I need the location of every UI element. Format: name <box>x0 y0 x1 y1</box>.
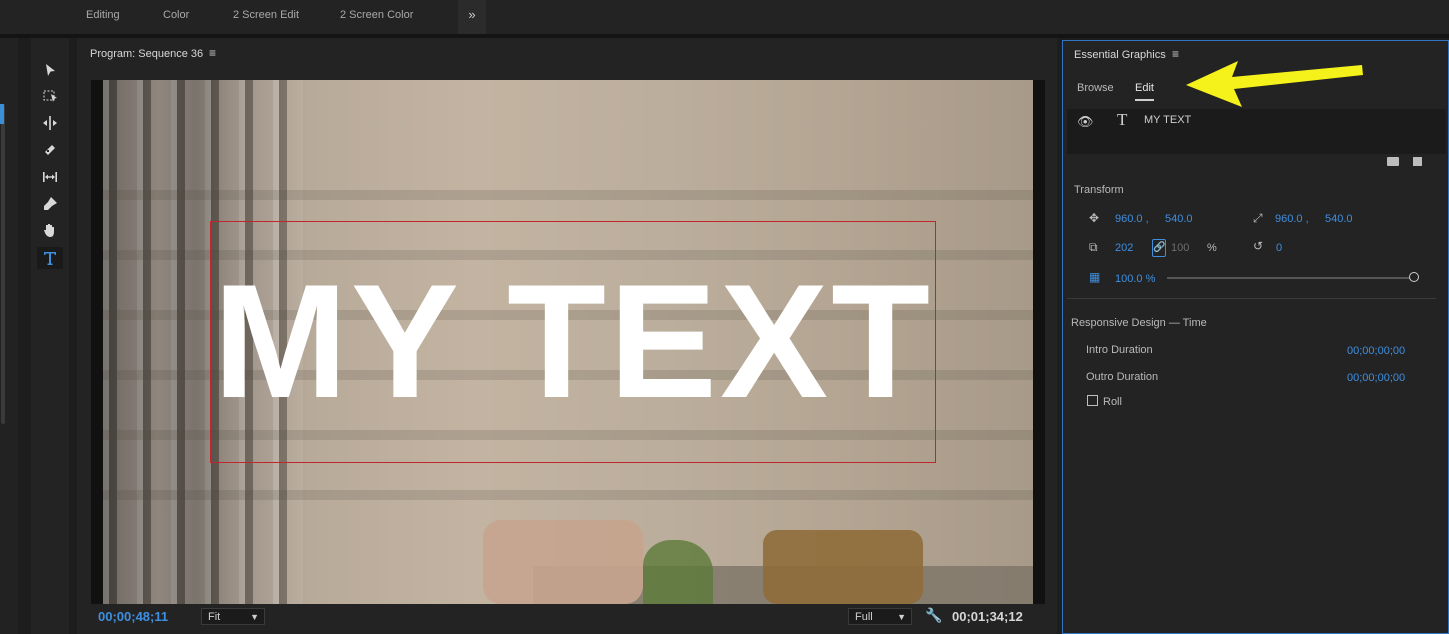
scrollbar[interactable] <box>1 104 5 424</box>
slip-tool-icon[interactable] <box>37 166 63 188</box>
outro-duration-label: Outro Duration <box>1086 371 1159 383</box>
panel-menu-icon[interactable]: ≡ <box>209 46 216 60</box>
opacity-slider-handle[interactable] <box>1409 272 1419 282</box>
ripple-edit-tool-icon[interactable] <box>37 112 63 134</box>
chevron-down-icon: ▼ <box>897 612 906 622</box>
playback-resolution-select[interactable]: Full ▼ <box>848 608 912 625</box>
scrollbar-thumb[interactable] <box>0 104 4 124</box>
plant-image <box>643 540 713 604</box>
current-timecode[interactable]: 00;00;48;11 <box>98 609 168 624</box>
layer-item[interactable]: MY TEXT <box>1144 114 1191 126</box>
hand-tool-icon[interactable] <box>37 219 63 241</box>
rotation-icon: ↺ <box>1253 239 1264 253</box>
opacity-icon: ▦ <box>1089 270 1101 284</box>
scale-unit-label: % <box>1207 242 1217 254</box>
position-y-field[interactable]: 540.0 <box>1165 213 1193 225</box>
essential-graphics-panel: Essential Graphics ≡ Browse Edit 👁 T MY … <box>1062 40 1449 634</box>
outro-duration-field[interactable]: 00;00;00;00 <box>1347 372 1405 384</box>
pillow-image <box>483 520 643 604</box>
opacity-field[interactable]: 100.0 % <box>1115 273 1155 285</box>
overlay-text[interactable]: MY TEXT <box>211 222 935 462</box>
layers-list: 👁 T MY TEXT <box>1067 109 1446 154</box>
workspace-tab-2-screen-color[interactable]: 2 Screen Color <box>340 9 413 21</box>
pillow-image <box>763 530 923 604</box>
video-viewer[interactable]: MY TEXT <box>91 80 1045 604</box>
scale-field[interactable]: 202 <box>1115 242 1133 254</box>
workspace-tab-2-screen-edit[interactable]: 2 Screen Edit <box>233 9 299 21</box>
tab-browse[interactable]: Browse <box>1077 82 1114 94</box>
anchor-point-icon: ⤢ <box>1253 211 1263 225</box>
more-workspaces-button[interactable]: » <box>458 0 486 34</box>
opacity-slider[interactable] <box>1167 277 1413 279</box>
selection-tool-icon[interactable] <box>37 59 63 81</box>
zoom-level-value: Fit <box>208 611 221 623</box>
chevron-down-icon: ▼ <box>250 612 259 622</box>
workspace-bar: Editing Color 2 Screen Edit 2 Screen Col… <box>0 0 1449 34</box>
tab-edit[interactable]: Edit <box>1135 82 1154 94</box>
rotation-field[interactable]: 0 <box>1276 242 1282 254</box>
type-tool-icon[interactable] <box>37 247 63 269</box>
duration-timecode: 00;01;34;12 <box>952 609 1023 624</box>
workspace-tab-editing[interactable]: Editing <box>86 9 120 21</box>
visibility-eye-icon[interactable]: 👁 <box>1077 114 1094 130</box>
roll-checkbox[interactable] <box>1087 395 1098 406</box>
program-monitor-title: Program: Sequence 36 <box>90 48 204 60</box>
track-select-tool-icon[interactable] <box>37 85 63 107</box>
position-icon: ✥ <box>1089 211 1100 225</box>
zoom-level-select[interactable]: Fit ▼ <box>201 608 265 625</box>
scale-icon: ⧉ <box>1089 240 1098 254</box>
left-panel <box>0 38 18 634</box>
roll-label: Roll <box>1103 396 1122 408</box>
razor-tool-icon[interactable] <box>37 139 63 161</box>
scale-height-field: 100 <box>1171 242 1190 254</box>
settings-wrench-icon[interactable]: 🔧 <box>925 607 942 624</box>
anchor-y-field[interactable]: 540.0 <box>1325 213 1353 225</box>
new-layer-icon[interactable] <box>1413 157 1422 166</box>
intro-duration-field[interactable]: 00;00;00;00 <box>1347 345 1405 357</box>
essential-graphics-title: Essential Graphics <box>1074 49 1166 61</box>
intro-duration-label: Intro Duration <box>1086 344 1153 356</box>
new-folder-icon[interactable] <box>1387 157 1399 166</box>
playback-resolution-value: Full <box>855 611 873 623</box>
panel-menu-icon[interactable]: ≡ <box>1172 47 1179 61</box>
responsive-design-label: Responsive Design — Time <box>1071 317 1207 329</box>
text-layer-icon: T <box>1117 110 1128 129</box>
position-x-field[interactable]: 960.0 , <box>1115 213 1149 225</box>
transform-label: Transform <box>1074 184 1124 196</box>
lock-scale-link-icon[interactable]: 🔗 <box>1152 239 1166 257</box>
program-monitor: Program: Sequence 36 ≡ MY TEXT 00;00;48;… <box>77 38 1057 634</box>
pen-tool-icon[interactable] <box>37 193 63 215</box>
annotation-arrow-icon <box>1186 61 1363 107</box>
tools-panel <box>31 38 69 634</box>
workspace-tab-color[interactable]: Color <box>163 9 189 21</box>
active-tab-indicator <box>1135 99 1154 101</box>
divider <box>1067 298 1436 299</box>
text-bounding-box[interactable]: MY TEXT <box>210 221 936 463</box>
anchor-x-field[interactable]: 960.0 , <box>1275 213 1309 225</box>
